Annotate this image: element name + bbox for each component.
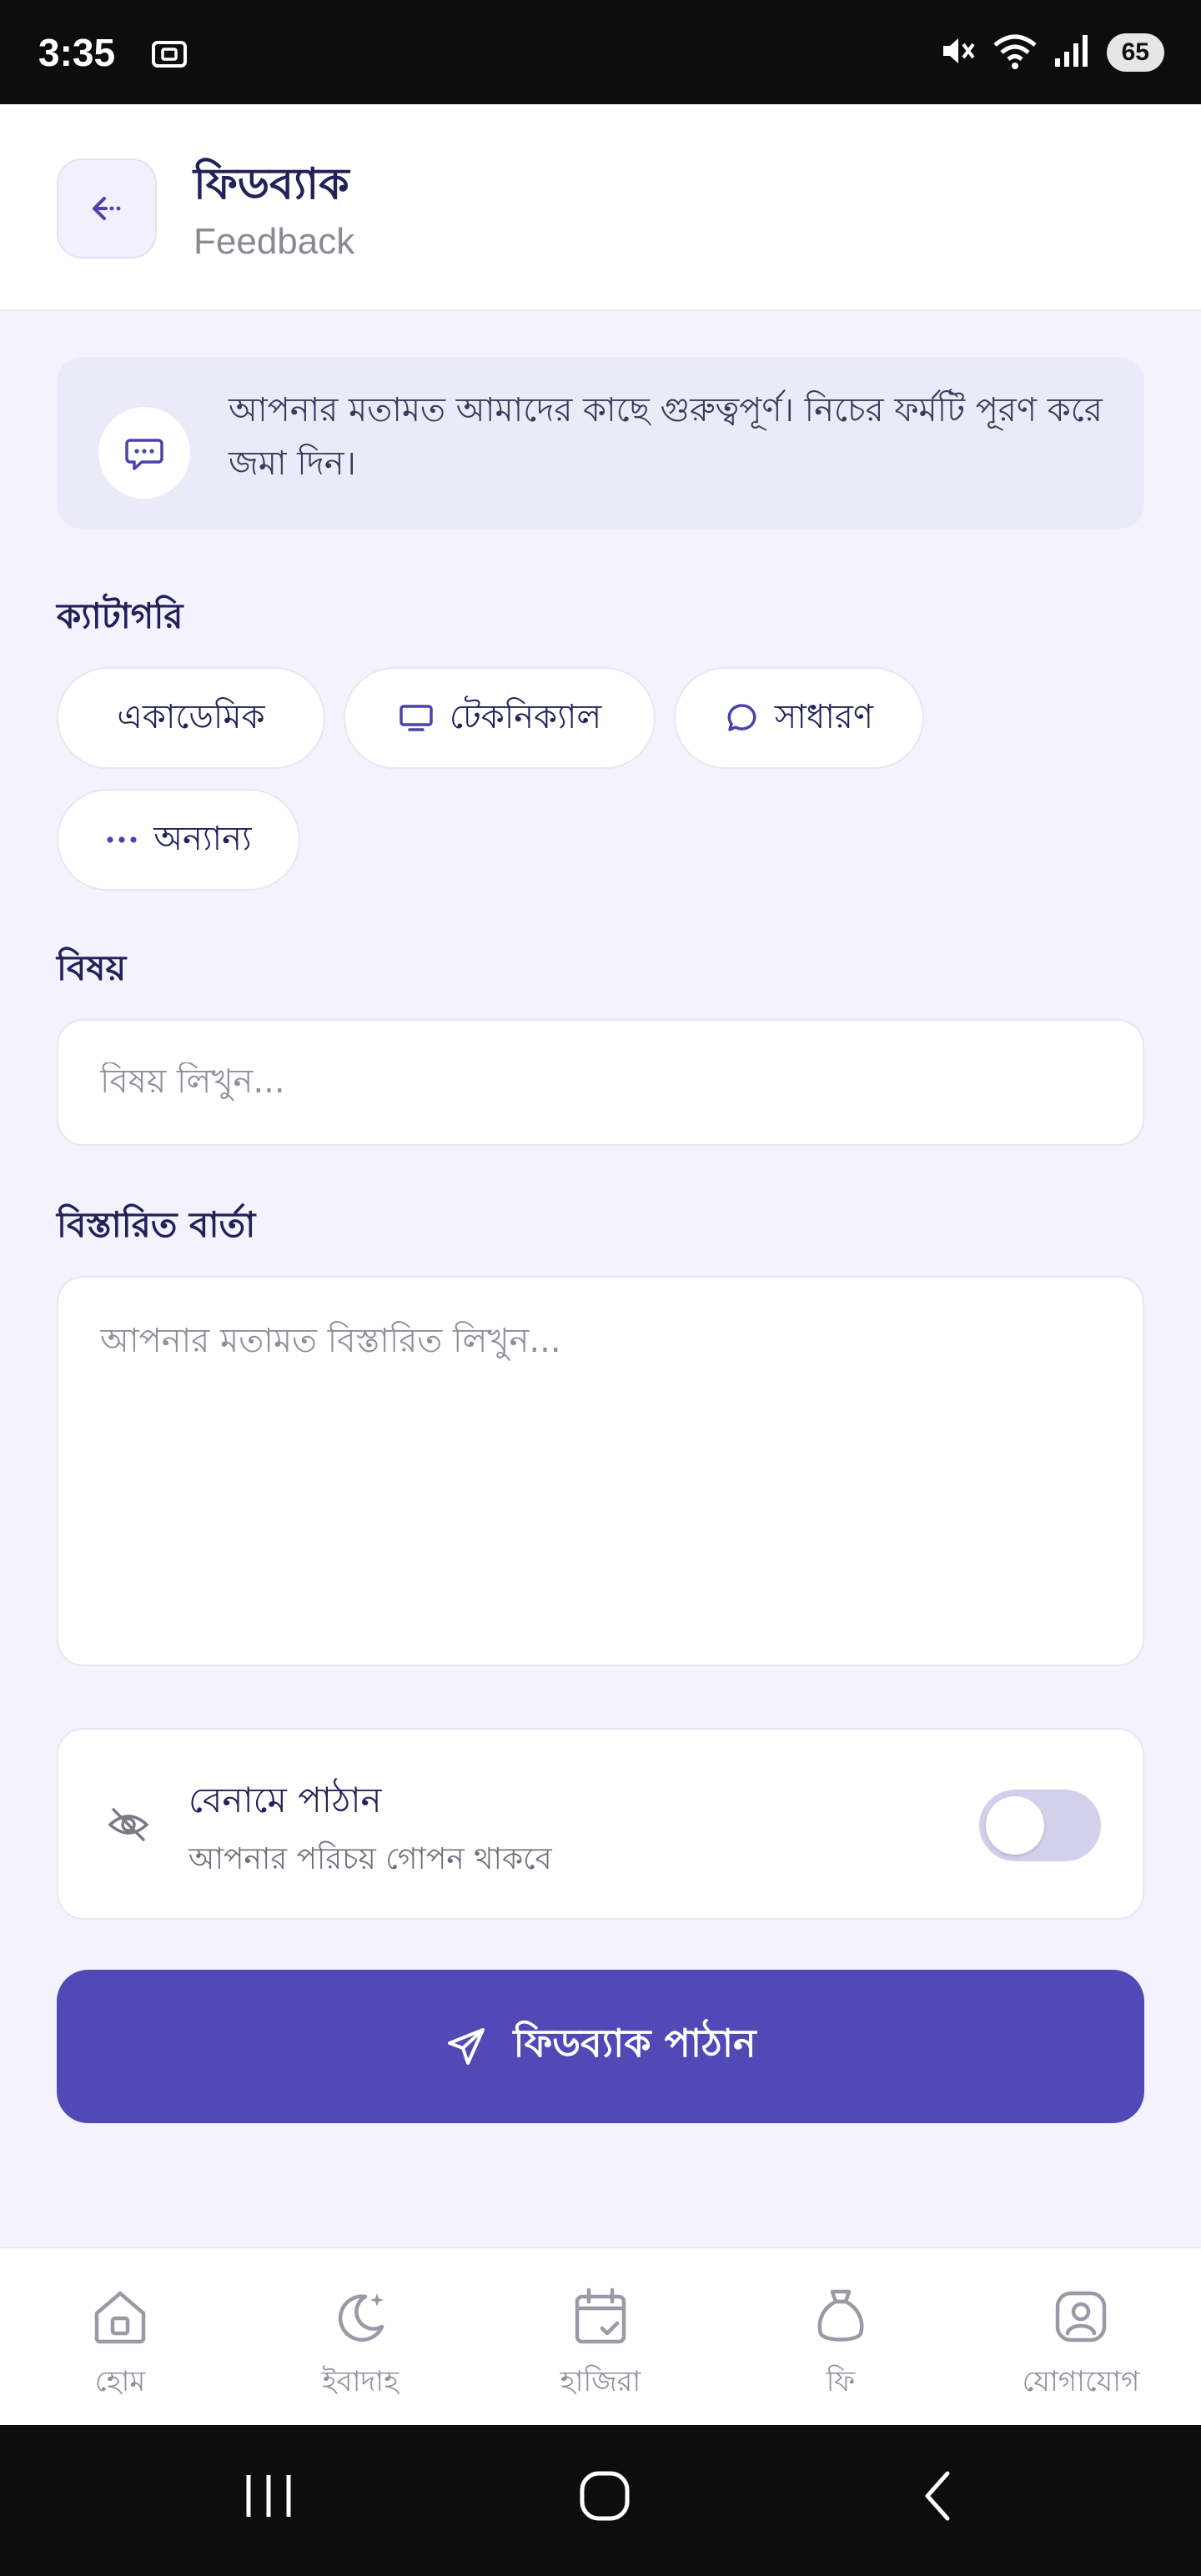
bottom-nav: হোম ইবাদাহ হাজিরা ফি যোগাযোগ bbox=[0, 2247, 1201, 2425]
nav-label: ফি bbox=[826, 2365, 856, 2398]
category-label: ক্যাটাগরি bbox=[57, 595, 183, 636]
chip-label: টেকনিক্যাল bbox=[449, 697, 602, 736]
anonymous-toggle[interactable] bbox=[979, 1790, 1101, 1861]
nav-item-ibadah[interactable]: ইবাদাহ bbox=[240, 2248, 480, 2425]
screenshot-indicator-icon bbox=[150, 38, 188, 74]
chip-label: একাডেমিক bbox=[117, 697, 265, 736]
chip-other[interactable]: অন্যান্য bbox=[57, 789, 300, 891]
back-button[interactable] bbox=[57, 158, 157, 259]
chip-label: অন্যান্য bbox=[153, 819, 252, 858]
submit-label: ফিডব্যাক পাঠান bbox=[513, 2021, 756, 2066]
home-icon bbox=[94, 2291, 146, 2344]
info-text: আপনার মতামত আমাদের কাছে গুরুত্বপূর্ণ। নি… bbox=[229, 391, 1103, 483]
anonymous-subtitle: আপনার পরিচয় গোপন থাকবে bbox=[188, 1842, 552, 1876]
recent-apps-button[interactable] bbox=[242, 2467, 295, 2528]
chat-bubble-icon bbox=[727, 704, 756, 731]
send-icon bbox=[448, 2028, 485, 2065]
arrow-left-icon bbox=[93, 197, 121, 220]
toggle-knob bbox=[986, 1796, 1044, 1855]
chip-general[interactable]: সাধারণ bbox=[674, 667, 924, 769]
chip-label: সাধারণ bbox=[774, 697, 874, 736]
chip-academic[interactable]: একাডেমিক bbox=[57, 667, 325, 769]
subject-input[interactable] bbox=[100, 1062, 1101, 1101]
chip-technical[interactable]: টেকনিক্যাল bbox=[344, 667, 656, 769]
signal-icon bbox=[1053, 32, 1092, 73]
message-dots-icon bbox=[98, 407, 190, 499]
eye-off-icon bbox=[105, 1801, 152, 1851]
message-textarea[interactable] bbox=[100, 1314, 1101, 1544]
money-bag-icon bbox=[817, 2289, 864, 2342]
anonymous-card: বেনামে পাঠান আপনার পরিচয় গোপন থাকবে bbox=[57, 1728, 1144, 1920]
anonymous-title: বেনামে পাঠান bbox=[188, 1780, 382, 1820]
message-field-wrap bbox=[57, 1276, 1144, 1666]
nav-label: হোম bbox=[94, 2365, 146, 2398]
message-label: বিস্তারিত বার্তা bbox=[57, 1204, 256, 1245]
wifi-icon bbox=[992, 32, 1038, 73]
subject-field-wrap bbox=[57, 1019, 1144, 1146]
page-subtitle: Feedback bbox=[193, 221, 355, 262]
moon-star-icon bbox=[338, 2293, 384, 2342]
contact-icon bbox=[1055, 2291, 1107, 2343]
submit-button[interactable]: ফিডব্যাক পাঠান bbox=[57, 1970, 1144, 2123]
more-dots-icon bbox=[107, 836, 137, 843]
mute-icon bbox=[938, 32, 977, 73]
nav-item-home[interactable]: হোম bbox=[0, 2248, 240, 2425]
status-bar: 3:35 65 bbox=[0, 0, 1201, 104]
nav-item-contact[interactable]: যোগাযোগ bbox=[961, 2248, 1201, 2425]
home-nav-button[interactable] bbox=[575, 2467, 634, 2528]
nav-label: যোগাযোগ bbox=[1022, 2365, 1140, 2398]
battery-indicator: 65 bbox=[1106, 33, 1164, 72]
subject-label: বিষয় bbox=[57, 947, 127, 988]
nav-item-fee[interactable]: ফি bbox=[721, 2248, 961, 2425]
info-card: আপনার মতামত আমাদের কাছে গুরুত্বপূর্ণ। নি… bbox=[57, 357, 1144, 529]
status-icons: 65 bbox=[938, 32, 1164, 73]
status-time: 3:35 bbox=[38, 31, 116, 74]
nav-label: ইবাদাহ bbox=[321, 2365, 399, 2398]
calendar-check-icon bbox=[575, 2287, 626, 2344]
back-nav-button[interactable] bbox=[917, 2467, 959, 2528]
nav-item-attendance[interactable]: হাজিরা bbox=[480, 2248, 721, 2425]
nav-label: হাজিরা bbox=[560, 2365, 641, 2398]
monitor-icon bbox=[399, 705, 433, 731]
page-title: ফিডব্যাক bbox=[193, 159, 349, 209]
app-header: ফিডব্যাক Feedback bbox=[0, 104, 1201, 311]
system-nav-bar bbox=[0, 2425, 1201, 2576]
